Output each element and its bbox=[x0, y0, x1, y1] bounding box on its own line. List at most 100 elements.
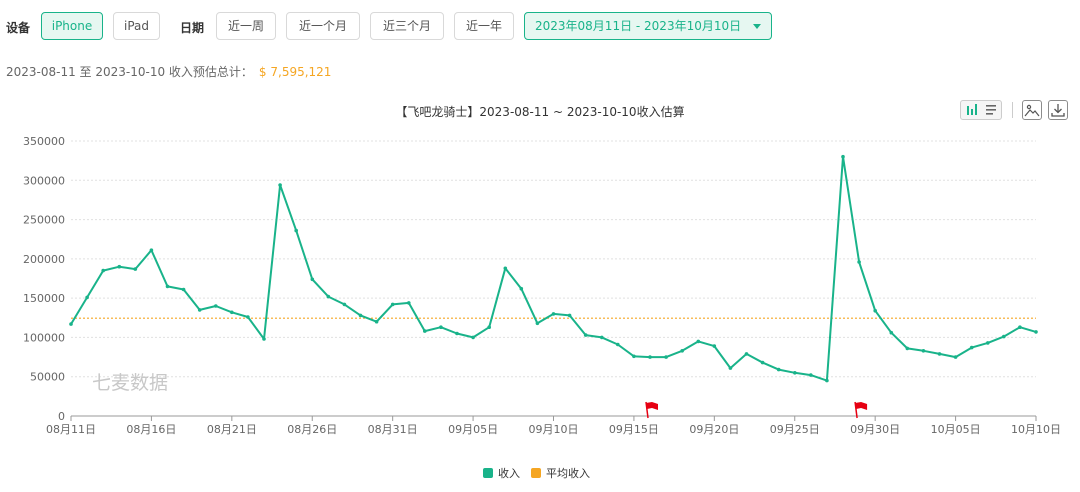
y-tick-label: 250000 bbox=[23, 214, 65, 227]
data-point bbox=[1018, 325, 1022, 329]
x-tick-label: 09月25日 bbox=[770, 423, 820, 436]
data-point bbox=[825, 378, 829, 383]
device-ipad-button[interactable]: iPad bbox=[113, 12, 160, 40]
series-line-income bbox=[70, 155, 1037, 382]
data-point bbox=[181, 287, 186, 292]
legend-label-income: 收入 bbox=[498, 467, 520, 480]
x-tick-label: 08月31日 bbox=[368, 423, 418, 436]
data-point bbox=[567, 313, 572, 318]
data-point bbox=[921, 349, 926, 353]
y-tick-label: 300000 bbox=[23, 174, 65, 187]
data-point bbox=[278, 183, 282, 187]
y-tick-label: 200000 bbox=[23, 253, 65, 266]
data-point bbox=[937, 352, 942, 356]
x-tick-label: 08月16日 bbox=[126, 423, 176, 436]
data-point bbox=[793, 371, 797, 375]
toolbar-divider bbox=[1012, 102, 1013, 118]
data-point bbox=[246, 315, 250, 319]
y-tick-label: 150000 bbox=[23, 292, 65, 305]
data-point bbox=[905, 346, 910, 351]
range-year-button[interactable]: 近一年 bbox=[454, 12, 514, 40]
range-week-button[interactable]: 近一周 bbox=[216, 12, 276, 40]
date-range-picker[interactable]: 2023年08月11日 - 2023年10月10日 bbox=[524, 12, 772, 40]
data-point bbox=[648, 355, 652, 359]
data-point bbox=[487, 325, 492, 329]
chevron-down-icon bbox=[753, 24, 761, 29]
y-tick-label: 0 bbox=[58, 410, 65, 423]
data-point bbox=[712, 344, 717, 348]
data-point bbox=[197, 308, 202, 312]
range-three-months-button[interactable]: 近三个月 bbox=[370, 12, 444, 40]
legend-swatch-income bbox=[483, 468, 493, 478]
data-point bbox=[407, 301, 411, 305]
download-icon bbox=[1051, 104, 1065, 117]
data-point bbox=[953, 355, 958, 359]
legend-item-average[interactable]: 平均收入 bbox=[531, 465, 590, 481]
summary-total: $ 7,595,121 bbox=[258, 65, 332, 79]
save-image-button[interactable] bbox=[1022, 100, 1042, 120]
x-tick-label: 09月30日 bbox=[850, 423, 900, 436]
filter-bar: 设备 iPhone iPad 日期 近一周 近一个月 近三个月 近一年 2023… bbox=[0, 12, 1080, 42]
bar-chart-icon bbox=[967, 104, 996, 115]
data-point bbox=[214, 304, 218, 308]
legend-label-average: 平均收入 bbox=[546, 467, 590, 480]
x-tick-label: 09月10日 bbox=[529, 423, 579, 436]
data-point bbox=[873, 308, 877, 313]
data-point bbox=[664, 355, 668, 359]
data-point bbox=[809, 373, 813, 377]
data-point bbox=[101, 268, 105, 273]
data-point bbox=[760, 360, 765, 365]
x-tick-label: 10月10日 bbox=[1011, 423, 1061, 436]
date-range-value: 2023年08月11日 - 2023年10月10日 bbox=[535, 19, 742, 33]
chart-title: 【飞吧龙骑士】2023-08-11 ~ 2023-10-10收入估算 bbox=[395, 105, 685, 119]
data-point bbox=[728, 366, 733, 370]
data-point bbox=[85, 295, 89, 300]
data-point bbox=[326, 294, 331, 299]
data-point bbox=[455, 331, 459, 336]
data-point bbox=[133, 267, 138, 271]
chart-view-toggle[interactable] bbox=[960, 100, 1002, 120]
data-point bbox=[616, 342, 620, 347]
income-line-chart: 0 50000 100000 150000 200000 250000 300000 3500… bbox=[23, 135, 1061, 436]
data-point bbox=[744, 352, 749, 356]
data-point bbox=[680, 349, 684, 353]
x-tick-label: 08月11日 bbox=[46, 423, 96, 436]
data-point bbox=[471, 335, 475, 340]
flag-icon bbox=[855, 402, 868, 410]
data-point bbox=[583, 333, 588, 337]
data-point bbox=[149, 248, 154, 252]
data-point bbox=[1002, 334, 1006, 339]
data-point bbox=[230, 310, 234, 315]
data-point bbox=[519, 286, 524, 291]
data-point bbox=[696, 339, 701, 344]
data-point bbox=[535, 321, 540, 326]
data-point bbox=[262, 337, 266, 341]
data-point bbox=[857, 260, 861, 264]
x-tick-label: 09月15日 bbox=[609, 423, 659, 436]
range-month-button[interactable]: 近一个月 bbox=[286, 12, 360, 40]
income-summary: 2023-08-11 至 2023-10-10 收入预估总计： $ 7,595,1… bbox=[6, 63, 331, 80]
data-point bbox=[986, 341, 990, 345]
data-point bbox=[439, 325, 443, 329]
download-button[interactable] bbox=[1048, 100, 1068, 120]
legend-item-income[interactable]: 收入 bbox=[483, 465, 520, 481]
watermark-text: 七麦数据 bbox=[92, 372, 168, 394]
data-point bbox=[551, 312, 556, 316]
data-point bbox=[310, 277, 315, 282]
y-tick-label: 50000 bbox=[30, 371, 65, 384]
image-icon bbox=[1024, 104, 1040, 117]
data-point bbox=[294, 228, 299, 233]
data-point bbox=[117, 264, 122, 269]
data-point bbox=[503, 266, 508, 271]
data-point bbox=[632, 354, 636, 359]
data-point bbox=[374, 319, 379, 324]
data-point bbox=[69, 322, 73, 326]
data-point bbox=[423, 329, 427, 333]
device-iphone-button[interactable]: iPhone bbox=[41, 12, 103, 40]
summary-text: 2023-08-11 至 2023-10-10 收入预估总计： bbox=[6, 65, 253, 79]
y-tick-label: 100000 bbox=[23, 331, 65, 344]
data-point bbox=[776, 367, 781, 372]
x-tick-label: 10月05日 bbox=[931, 423, 981, 436]
flag-icon bbox=[646, 402, 658, 410]
x-tick-label: 09月05日 bbox=[448, 423, 498, 436]
